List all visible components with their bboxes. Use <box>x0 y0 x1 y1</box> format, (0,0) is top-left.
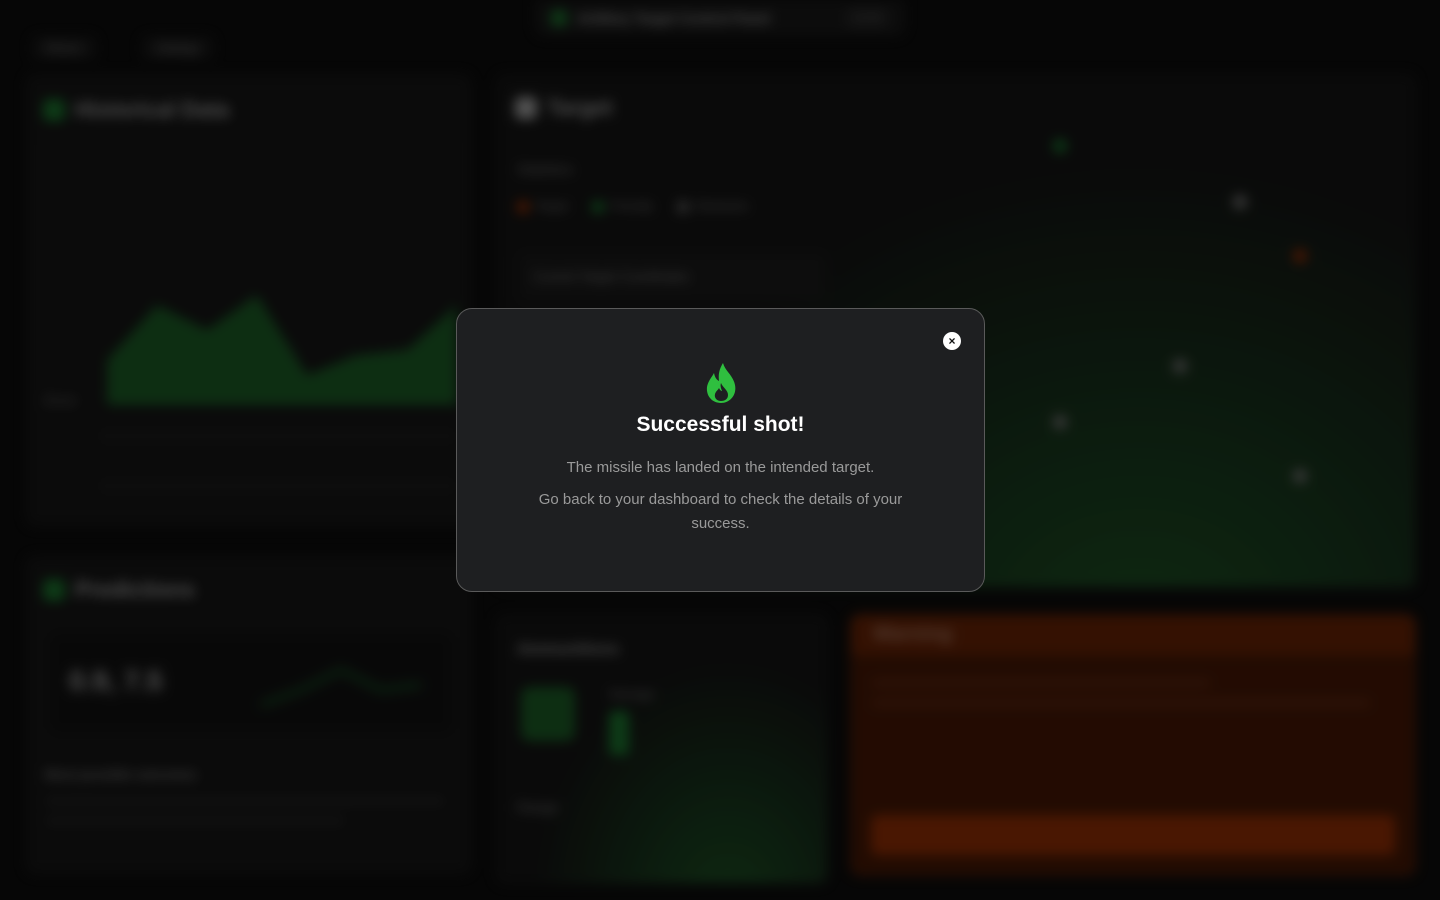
modal-title: Successful shot! <box>636 413 805 436</box>
flame-icon <box>706 363 735 403</box>
modal-submessage: Go back to your dashboard to check the d… <box>538 491 903 532</box>
modal-message: The missile has landed on the intended t… <box>566 459 875 476</box>
success-modal: × Successful shot! The missile has lande… <box>456 308 985 592</box>
close-icon[interactable]: × <box>943 332 961 350</box>
